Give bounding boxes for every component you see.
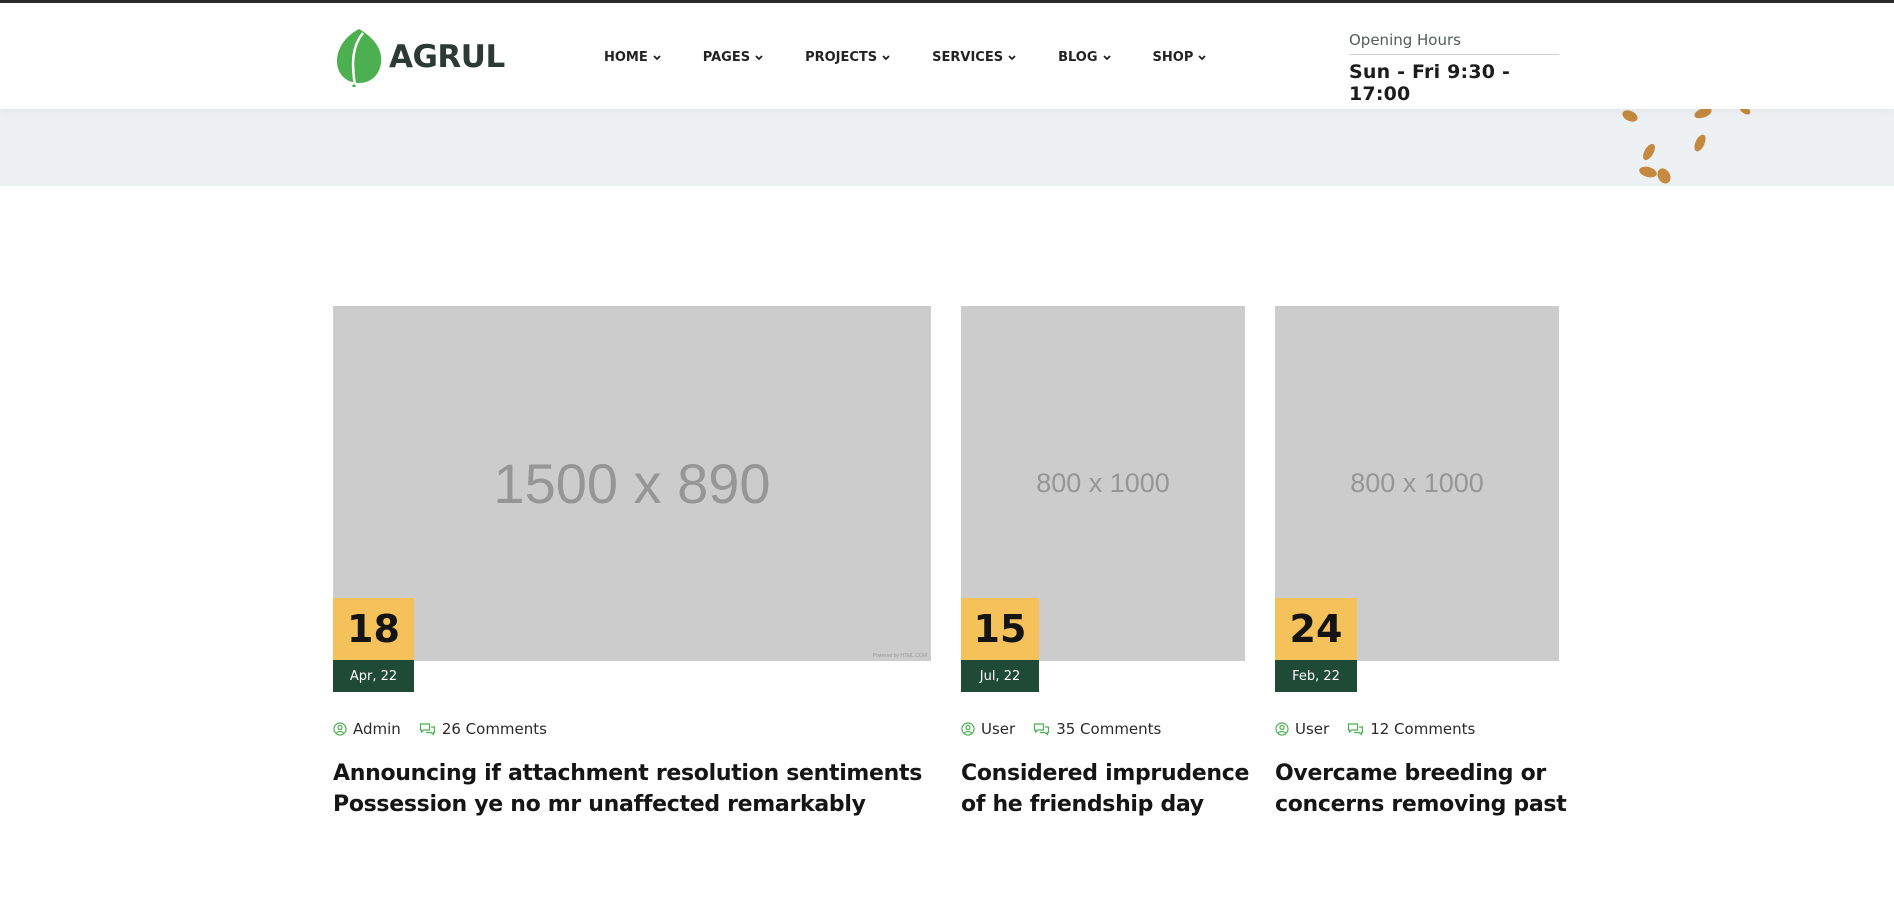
post-comments[interactable]: 12 Comments bbox=[1347, 720, 1475, 738]
nav-pages[interactable]: PAGES bbox=[703, 50, 763, 65]
post-author-name: User bbox=[1295, 720, 1330, 738]
image-placeholder-label: 1500 x 890 bbox=[493, 452, 771, 515]
post-author[interactable]: User bbox=[961, 720, 1015, 738]
post-card-3: 800 x 1000 24 Feb, 22 User 12 Comments O… bbox=[1275, 306, 1567, 826]
post-meta: User 35 Comments bbox=[961, 720, 1179, 738]
post-title-line-2: Possession ye no mr unaffected remarkabl… bbox=[333, 792, 866, 817]
chevron-down-icon bbox=[653, 54, 661, 60]
wheat-seeds-decoration bbox=[1622, 105, 1751, 184]
post-date-day: 15 bbox=[961, 598, 1039, 660]
post-meta: User 12 Comments bbox=[1275, 720, 1493, 738]
post-title-line-1: Considered imprudence bbox=[961, 761, 1250, 786]
post-date-month: Feb, 22 bbox=[1275, 660, 1357, 692]
nav-blog-label: BLOG bbox=[1058, 50, 1098, 65]
post-author[interactable]: Admin bbox=[333, 720, 401, 738]
post-comments-count: 26 Comments bbox=[441, 720, 547, 738]
chevron-down-icon bbox=[1008, 54, 1016, 60]
post-title-line-2: concerns removing past bbox=[1275, 792, 1567, 817]
chevron-down-icon bbox=[1198, 54, 1206, 60]
post-title[interactable]: Overcame breeding or concerns removing p… bbox=[1275, 758, 1575, 820]
image-placeholder-label: 800 x 1000 bbox=[1350, 468, 1484, 498]
main-nav: HOME PAGES PROJECTS SERVICES BLOG SHOP bbox=[604, 50, 1248, 65]
post-date-day: 18 bbox=[333, 598, 414, 660]
nav-projects[interactable]: PROJECTS bbox=[805, 50, 890, 65]
post-image[interactable]: 1500 x 890 Powered by HTML.COM bbox=[333, 306, 931, 661]
post-comments-count: 12 Comments bbox=[1370, 720, 1476, 738]
post-author-name: User bbox=[981, 720, 1016, 738]
comments-icon bbox=[1034, 723, 1050, 736]
post-title-line-2: of he friendship day bbox=[961, 792, 1204, 817]
post-title[interactable]: Considered imprudence of he friendship d… bbox=[961, 758, 1251, 820]
post-date-month: Apr, 22 bbox=[333, 660, 414, 692]
user-icon bbox=[1275, 722, 1289, 736]
logo[interactable]: AGRUL bbox=[333, 27, 505, 87]
image-placeholder-label: 800 x 1000 bbox=[1036, 468, 1170, 498]
chevron-down-icon bbox=[882, 54, 890, 60]
post-card-1: 1500 x 890 Powered by HTML.COM 18 Apr, 2… bbox=[333, 306, 931, 826]
post-meta: Admin 26 Comments bbox=[333, 720, 565, 738]
opening-hours-label: Opening Hours bbox=[1349, 31, 1559, 55]
image-credit: Powered by HTML.COM bbox=[872, 653, 927, 659]
nav-projects-label: PROJECTS bbox=[805, 50, 878, 65]
post-author-name: Admin bbox=[353, 720, 401, 738]
nav-shop-label: SHOP bbox=[1152, 50, 1194, 65]
user-icon bbox=[333, 722, 347, 736]
nav-services[interactable]: SERVICES bbox=[932, 50, 1016, 65]
post-title[interactable]: Announcing if attachment resolution sent… bbox=[333, 758, 931, 820]
nav-blog[interactable]: BLOG bbox=[1058, 50, 1111, 65]
post-comments[interactable]: 35 Comments bbox=[1033, 720, 1161, 738]
post-title-line-1: Overcame breeding or bbox=[1275, 761, 1546, 786]
post-comments-count: 35 Comments bbox=[1056, 720, 1162, 738]
post-card-2: 800 x 1000 15 Jul, 22 User 35 Comments C… bbox=[961, 306, 1249, 826]
chevron-down-icon bbox=[1102, 54, 1111, 60]
logo-text: AGRUL bbox=[389, 39, 505, 75]
post-date-day: 24 bbox=[1275, 598, 1357, 660]
comments-icon bbox=[419, 723, 435, 736]
site-header: AGRUL HOME PAGES PROJECTS SERVICES BLOG … bbox=[0, 3, 1894, 109]
chevron-down-icon bbox=[755, 54, 763, 60]
leaf-logo-icon bbox=[337, 29, 382, 87]
nav-pages-label: PAGES bbox=[702, 50, 751, 65]
nav-home[interactable]: HOME bbox=[604, 50, 661, 65]
post-date-month: Jul, 22 bbox=[961, 660, 1039, 692]
comments-icon bbox=[1348, 723, 1364, 736]
post-comments[interactable]: 26 Comments bbox=[419, 720, 547, 738]
user-icon bbox=[961, 722, 975, 736]
opening-hours-value: Sun - Fri 9:30 - 17:00 bbox=[1349, 61, 1511, 105]
nav-home-label: HOME bbox=[604, 50, 648, 65]
post-title-line-1: Announcing if attachment resolution sent… bbox=[333, 761, 923, 786]
opening-hours: Opening Hours Sun - Fri 9:30 - 17:00 bbox=[1349, 31, 1559, 105]
post-author[interactable]: User bbox=[1275, 720, 1329, 738]
nav-shop[interactable]: SHOP bbox=[1153, 50, 1207, 65]
nav-services-label: SERVICES bbox=[932, 50, 1004, 65]
